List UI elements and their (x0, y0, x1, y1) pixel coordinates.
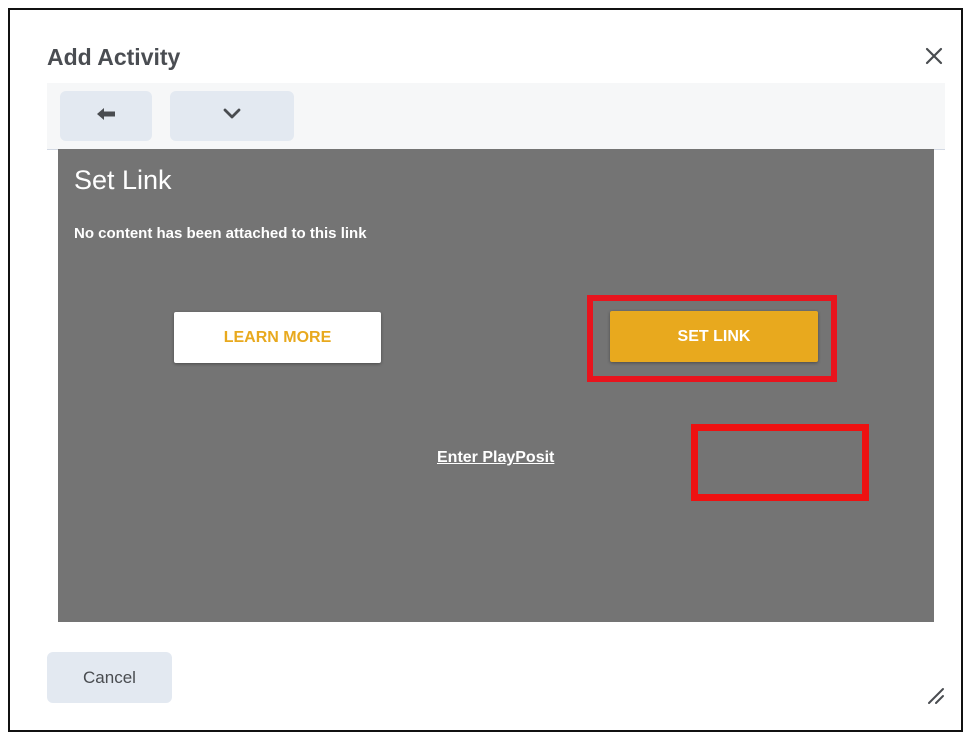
panel-title: Set Link (74, 165, 172, 195)
set-link-button[interactable]: SET LINK (610, 311, 818, 362)
chevron-down-icon (223, 107, 241, 125)
close-icon (925, 47, 943, 70)
back-button[interactable] (60, 91, 152, 141)
resize-handle[interactable] (926, 686, 946, 706)
more-options-button[interactable] (170, 91, 294, 141)
dialog-title: Add Activity (47, 44, 181, 70)
set-link-panel: Set Link No content has been attached to… (58, 149, 934, 622)
arrow-left-icon (96, 107, 116, 126)
panel-subtitle: No content has been attached to this lin… (74, 225, 367, 242)
learn-more-button[interactable]: LEARN MORE (174, 312, 381, 363)
toolbar (47, 83, 945, 150)
highlight-box-empty (691, 424, 869, 501)
cancel-button[interactable]: Cancel (47, 652, 172, 703)
enter-playposit-link[interactable]: Enter PlayPosit (437, 449, 554, 467)
close-button[interactable] (920, 44, 948, 72)
resize-handle-icon (926, 688, 946, 710)
